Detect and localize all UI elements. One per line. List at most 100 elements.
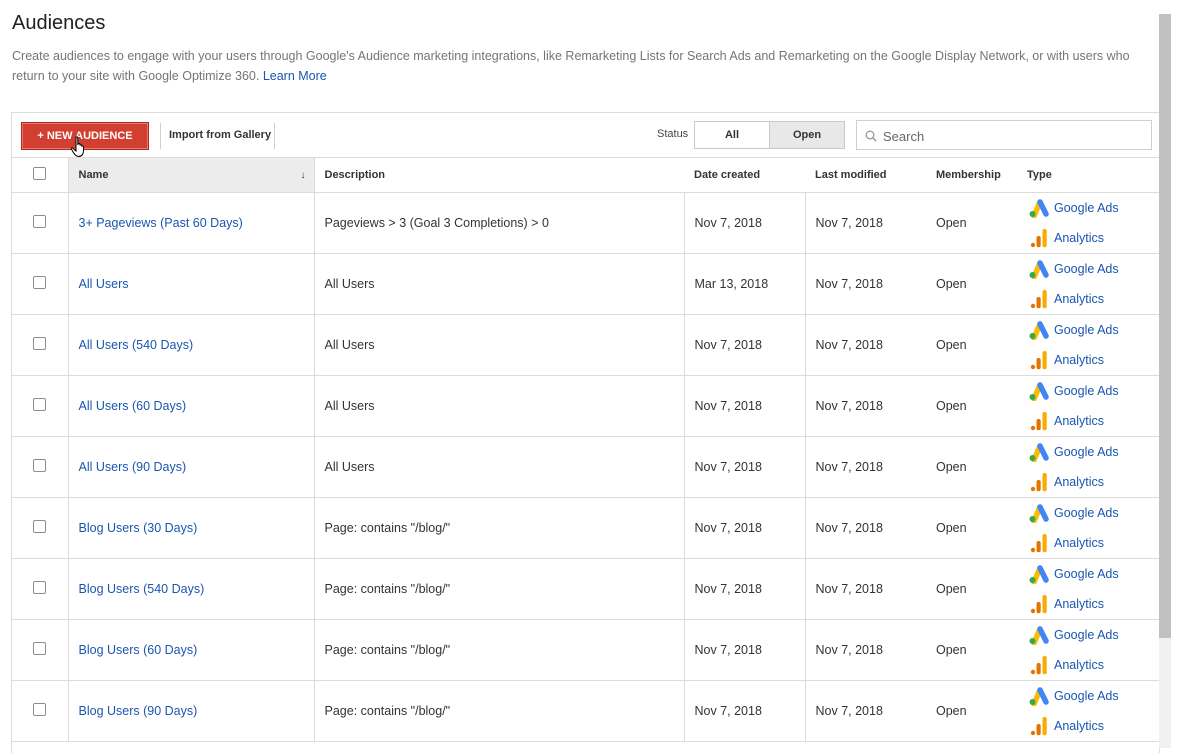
table-row[interactable]: All Users All Users Mar 13, 2018 Nov 7, … xyxy=(12,253,1159,315)
audience-description: Page: contains "/blog/" xyxy=(314,497,685,559)
analytics-icon xyxy=(1030,534,1047,553)
type-analytics[interactable]: Analytics xyxy=(1027,528,1159,558)
select-all-checkbox[interactable] xyxy=(33,167,47,180)
type-analytics[interactable]: Analytics xyxy=(1027,650,1159,680)
audience-type-cell: Google Ads Analytics xyxy=(1017,497,1159,559)
analytics-icon xyxy=(1030,717,1047,736)
type-google-ads-label: Google Ads xyxy=(1054,689,1119,703)
type-google-ads[interactable]: Google Ads xyxy=(1027,315,1159,345)
import-from-gallery-button[interactable]: Import from Gallery xyxy=(169,122,271,148)
google-ads-icon xyxy=(1029,626,1049,645)
table-row[interactable]: All Users (90 Days) All Users Nov 7, 201… xyxy=(12,436,1159,498)
row-checkbox-cell xyxy=(12,497,69,559)
row-checkbox[interactable] xyxy=(33,215,47,228)
row-checkbox[interactable] xyxy=(33,642,47,655)
audience-name-link[interactable]: All Users xyxy=(79,277,129,291)
type-google-ads[interactable]: Google Ads xyxy=(1027,254,1159,284)
row-checkbox-cell xyxy=(12,314,69,376)
audience-name-cell: Blog Users (60 Days) xyxy=(68,619,315,681)
type-analytics[interactable]: Analytics xyxy=(1027,589,1159,619)
search-box[interactable] xyxy=(856,120,1152,150)
row-checkbox[interactable] xyxy=(33,276,47,289)
page-title: Audiences xyxy=(12,12,106,34)
type-analytics[interactable]: Analytics xyxy=(1027,345,1159,375)
row-checkbox[interactable] xyxy=(33,459,47,472)
column-header-type[interactable]: Type xyxy=(1017,157,1159,193)
membership-status: Open xyxy=(926,619,1017,681)
audience-name-link[interactable]: 3+ Pageviews (Past 60 Days) xyxy=(79,216,243,230)
type-google-ads[interactable]: Google Ads xyxy=(1027,376,1159,406)
status-all-toggle[interactable]: All xyxy=(694,121,770,149)
date-created: Mar 13, 2018 xyxy=(684,253,806,315)
audience-name-link[interactable]: Blog Users (540 Days) xyxy=(79,582,205,596)
column-header-name[interactable]: Name ↓ xyxy=(67,157,315,193)
table-row[interactable]: All Users (60 Days) All Users Nov 7, 201… xyxy=(12,375,1159,437)
audience-name-link[interactable]: All Users (90 Days) xyxy=(79,460,187,474)
type-google-ads-label: Google Ads xyxy=(1054,506,1119,520)
audience-name-cell: All Users (60 Days) xyxy=(68,375,315,437)
column-header-last-modified[interactable]: Last modified xyxy=(805,157,926,193)
status-label: Status xyxy=(657,128,689,140)
column-header-date-created[interactable]: Date created xyxy=(684,157,805,193)
google-ads-icon xyxy=(1029,260,1049,279)
audience-name-cell: Blog Users (30 Days) xyxy=(68,497,315,559)
row-checkbox-cell xyxy=(12,436,69,498)
vertical-scrollbar-thumb[interactable] xyxy=(1159,14,1171,638)
type-google-ads[interactable]: Google Ads xyxy=(1027,498,1159,528)
last-modified: Nov 7, 2018 xyxy=(805,497,926,559)
date-created: Nov 7, 2018 xyxy=(684,619,806,681)
table-row[interactable]: Blog Users (540 Days) Page: contains "/b… xyxy=(12,558,1159,620)
table-row[interactable]: 3+ Pageviews (Past 60 Days) Pageviews > … xyxy=(12,192,1159,254)
audience-name-link[interactable]: Blog Users (90 Days) xyxy=(79,704,198,718)
type-analytics-label: Analytics xyxy=(1054,597,1105,611)
column-header-description[interactable]: Description xyxy=(314,157,684,193)
table-row[interactable]: Blog Users (30 Days) Page: contains "/bl… xyxy=(12,497,1159,559)
table-row[interactable]: Blog Users (60 Days) Page: contains "/bl… xyxy=(12,619,1159,681)
audience-name-cell: 3+ Pageviews (Past 60 Days) xyxy=(68,192,315,254)
last-modified: Nov 7, 2018 xyxy=(805,558,926,620)
status-open-toggle[interactable]: Open xyxy=(769,121,845,149)
row-checkbox[interactable] xyxy=(33,398,47,411)
sort-descending-icon: ↓ xyxy=(300,170,306,181)
audience-name-link[interactable]: Blog Users (30 Days) xyxy=(79,521,198,535)
audience-name-cell: Blog Users (90 Days) xyxy=(68,680,315,742)
membership-status: Open xyxy=(926,314,1017,376)
type-google-ads-label: Google Ads xyxy=(1054,628,1119,642)
audience-name-link[interactable]: All Users (60 Days) xyxy=(79,399,187,413)
row-checkbox[interactable] xyxy=(33,520,47,533)
type-analytics[interactable]: Analytics xyxy=(1027,284,1159,314)
row-checkbox[interactable] xyxy=(33,703,47,716)
table-header-row: Name ↓ Description Date created Last mod… xyxy=(12,157,1159,193)
date-created: Nov 7, 2018 xyxy=(684,436,806,498)
audience-description: All Users xyxy=(314,314,685,376)
toolbar-divider xyxy=(274,123,275,149)
last-modified: Nov 7, 2018 xyxy=(805,680,926,742)
audience-name-link[interactable]: Blog Users (60 Days) xyxy=(79,643,198,657)
learn-more-link[interactable]: Learn More xyxy=(263,69,327,83)
google-ads-icon xyxy=(1029,443,1049,462)
column-header-membership[interactable]: Membership xyxy=(926,157,1017,193)
table-row[interactable]: All Users (540 Days) All Users Nov 7, 20… xyxy=(12,314,1159,376)
google-ads-icon xyxy=(1029,504,1049,523)
type-google-ads[interactable]: Google Ads xyxy=(1027,559,1159,589)
audience-name-cell: All Users (90 Days) xyxy=(68,436,315,498)
type-analytics[interactable]: Analytics xyxy=(1027,406,1159,436)
type-google-ads[interactable]: Google Ads xyxy=(1027,437,1159,467)
type-google-ads[interactable]: Google Ads xyxy=(1027,193,1159,223)
type-analytics[interactable]: Analytics xyxy=(1027,711,1159,741)
type-google-ads[interactable]: Google Ads xyxy=(1027,620,1159,650)
analytics-icon xyxy=(1030,595,1047,614)
search-input[interactable] xyxy=(881,125,1145,147)
audience-type-cell: Google Ads Analytics xyxy=(1017,253,1159,315)
type-google-ads-label: Google Ads xyxy=(1054,262,1119,276)
row-checkbox[interactable] xyxy=(33,337,47,350)
type-analytics[interactable]: Analytics xyxy=(1027,223,1159,253)
table-row[interactable]: Blog Users (90 Days) Page: contains "/bl… xyxy=(12,680,1159,742)
type-google-ads[interactable]: Google Ads xyxy=(1027,681,1159,711)
audience-name-link[interactable]: All Users (540 Days) xyxy=(79,338,194,352)
type-analytics[interactable]: Analytics xyxy=(1027,467,1159,497)
row-checkbox[interactable] xyxy=(33,581,47,594)
type-google-ads-label: Google Ads xyxy=(1054,445,1119,459)
analytics-icon xyxy=(1030,290,1047,309)
analytics-icon xyxy=(1030,229,1047,248)
